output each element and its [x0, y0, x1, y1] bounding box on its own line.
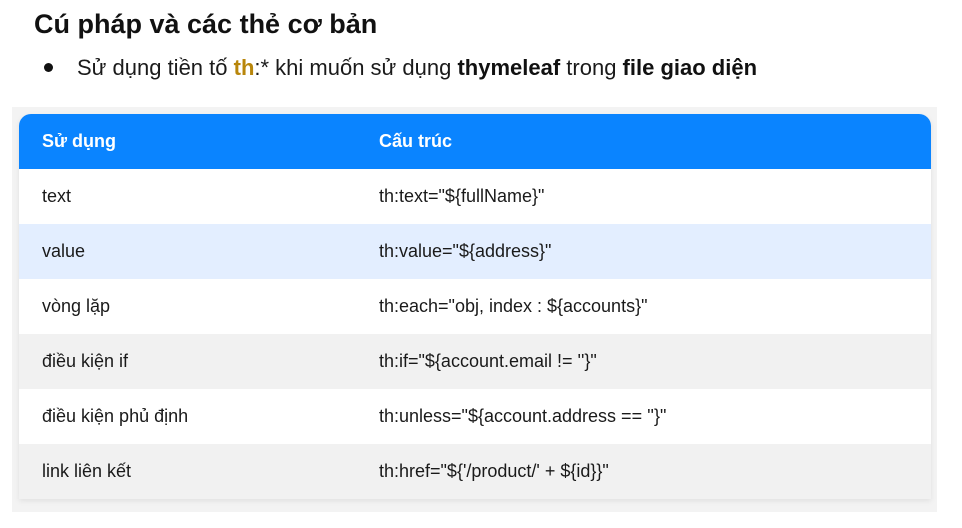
header-usage: Sử dụng [42, 131, 117, 151]
table-row: link liên kết th:href="${'/product/' + $… [19, 444, 931, 499]
cell-syntax: th:text="${fullName}" [379, 186, 545, 206]
table-row: vòng lặp th:each="obj, index : ${account… [19, 279, 931, 334]
cell-syntax: th:if="${account.email != ''}" [379, 351, 597, 371]
cell-syntax: th:unless="${account.address == ''}" [379, 406, 667, 426]
cell-syntax: th:href="${'/product/' + ${id}}" [379, 461, 609, 481]
bullet-bold-file: file giao diện [622, 55, 758, 80]
table-row: điều kiện if th:if="${account.email != '… [19, 334, 931, 389]
bullet-text-3: trong [560, 55, 623, 80]
prefix-highlight: th [233, 55, 255, 80]
cell-usage: điều kiện phủ định [42, 406, 189, 426]
cell-syntax: th:value="${address}" [379, 241, 552, 261]
cell-usage: link liên kết [42, 461, 132, 481]
table-container: Sử dụng Cấu trúc text th:text="${fullNam… [12, 107, 937, 512]
cell-usage: vòng lặp [42, 296, 111, 316]
syntax-table: Sử dụng Cấu trúc text th:text="${fullNam… [19, 114, 931, 499]
cell-usage: text [42, 186, 72, 206]
bullet-bold-thymeleaf: thymeleaf [457, 55, 561, 80]
bullet-text-2: :* khi muốn sử dụng [254, 55, 458, 80]
table-row: text th:text="${fullName}" [19, 169, 931, 224]
header-syntax: Cấu trúc [379, 131, 453, 151]
table-header-row: Sử dụng Cấu trúc [19, 114, 931, 169]
bullet-text-1: Sử dụng tiền tố [77, 55, 234, 80]
cell-usage: value [42, 241, 86, 261]
bullet-dot-icon [44, 62, 53, 72]
bullet-item: Sử dụng tiền tố th:* khi muốn sử dụng th… [44, 50, 757, 86]
cell-syntax: th:each="obj, index : ${accounts}" [379, 296, 648, 316]
cell-usage: điều kiện if [42, 351, 129, 371]
page-title: Cú pháp và các thẻ cơ bản [34, 9, 378, 39]
table-row: điều kiện phủ định th:unless="${account.… [19, 389, 931, 444]
table-row: value th:value="${address}" [19, 224, 931, 279]
